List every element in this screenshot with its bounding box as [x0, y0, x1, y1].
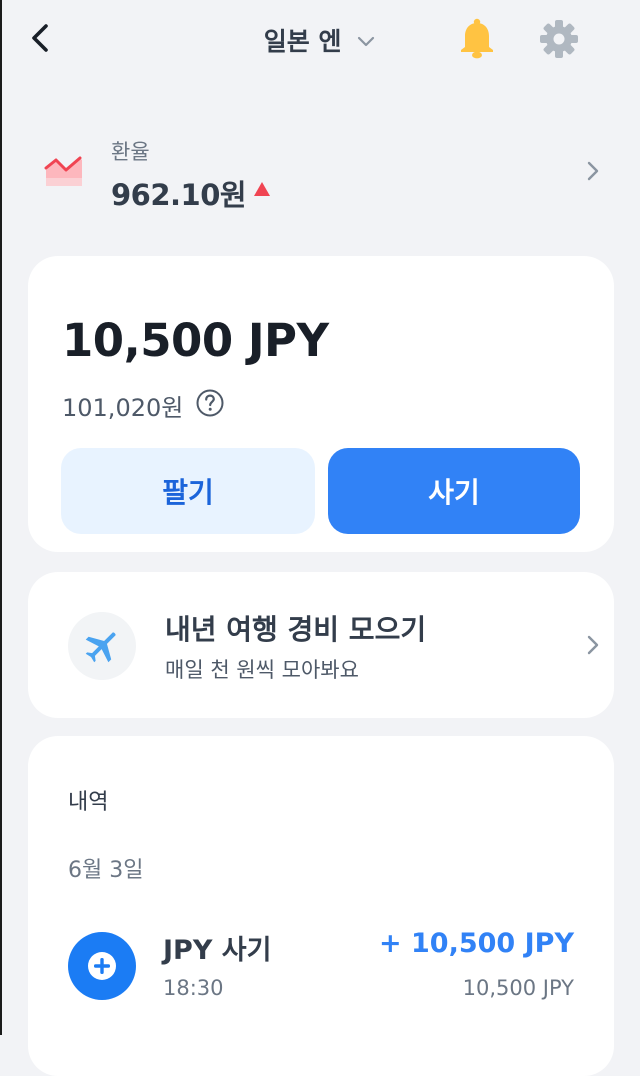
sell-button[interactable]: 팔기 — [61, 448, 315, 534]
plus-circle-icon — [68, 932, 136, 1000]
history-card: 내역 6월 3일 JPY 사기 18:30 + 10,500 JPY 10,50… — [28, 736, 614, 1076]
top-bar: 일본 엔 — [0, 0, 640, 80]
notification-button[interactable] — [456, 16, 498, 60]
triangle-up-icon — [254, 182, 270, 196]
chart-icon — [44, 156, 82, 186]
transaction-time: 18:30 — [163, 976, 224, 1000]
airplane-icon-badge — [68, 612, 136, 680]
rate-value: 962.10원 — [111, 178, 247, 212]
balance-krw-value: 101,020원 — [62, 394, 184, 422]
transaction-name: JPY 사기 — [163, 935, 272, 966]
transaction-amount: + 10,500 JPY — [379, 928, 574, 959]
exchange-rate-row[interactable]: 환율 962.10원 — [0, 126, 640, 226]
transaction-balance: 10,500 JPY — [462, 976, 574, 1000]
bell-icon — [461, 18, 493, 59]
chevron-right-icon — [587, 161, 599, 181]
savings-goal-card[interactable]: 내년 여행 경비 모으기 매일 천 원씩 모아봐요 — [28, 572, 614, 718]
gear-icon — [540, 20, 578, 58]
transaction-row[interactable]: JPY 사기 18:30 + 10,500 JPY 10,500 JPY — [28, 916, 614, 1016]
balance-amount: 10,500 JPY — [62, 314, 329, 367]
chevron-right-icon — [587, 635, 599, 655]
airplane-icon — [85, 632, 116, 663]
question-circle-icon[interactable] — [195, 388, 225, 418]
history-date: 6월 3일 — [68, 858, 144, 883]
rate-label: 환율 — [111, 140, 150, 164]
page-title: 일본 엔 — [263, 27, 342, 56]
balance-card: 10,500 JPY 101,020원 팔기 사기 — [28, 256, 614, 552]
settings-button[interactable] — [538, 18, 580, 60]
history-title: 내역 — [68, 790, 109, 815]
savings-title: 내년 여행 경비 모으기 — [165, 613, 427, 646]
savings-subtitle: 매일 천 원씩 모아봐요 — [165, 658, 359, 682]
buy-button[interactable]: 사기 — [328, 448, 580, 534]
chevron-down-icon — [358, 36, 375, 47]
